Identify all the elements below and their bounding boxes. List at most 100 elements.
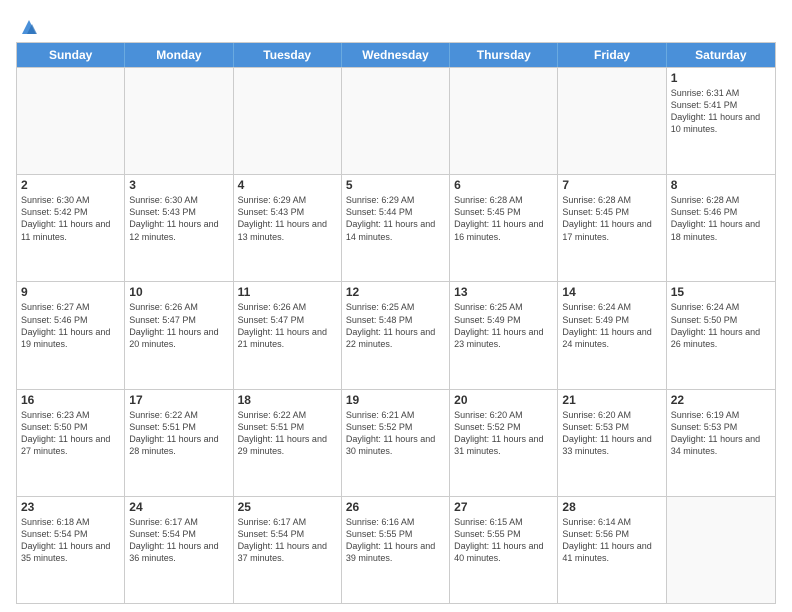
day-number: 19 [346, 393, 445, 407]
day-number: 24 [129, 500, 228, 514]
day-number: 26 [346, 500, 445, 514]
logo-icon [18, 16, 40, 38]
day-number: 12 [346, 285, 445, 299]
day-number: 9 [21, 285, 120, 299]
calendar-row-2: 2 Sunrise: 6:30 AM Sunset: 5:42 PM Daylig… [17, 174, 775, 281]
calendar-body: 1Sunrise: 6:31 AM Sunset: 5:41 PM Daylig… [17, 67, 775, 603]
calendar-day-20: 20 Sunrise: 6:20 AM Sunset: 5:52 PM Dayli… [450, 390, 558, 496]
day-info: Sunrise: 6:16 AM Sunset: 5:55 PM Dayligh… [346, 516, 445, 565]
calendar-day-26: 26 Sunrise: 6:16 AM Sunset: 5:55 PM Dayli… [342, 497, 450, 603]
calendar-day-7: 7 Sunrise: 6:28 AM Sunset: 5:45 PM Daylig… [558, 175, 666, 281]
day-number: 2 [21, 178, 120, 192]
day-info: Sunrise: 6:26 AM Sunset: 5:47 PM Dayligh… [238, 301, 337, 350]
day-info: Sunrise: 6:17 AM Sunset: 5:54 PM Dayligh… [129, 516, 228, 565]
calendar-day-18: 18Sunrise: 6:22 AM Sunset: 5:51 PM Dayli… [234, 390, 342, 496]
calendar-day-12: 12 Sunrise: 6:25 AM Sunset: 5:48 PM Dayli… [342, 282, 450, 388]
day-info: Sunrise: 6:28 AM Sunset: 5:46 PM Dayligh… [671, 194, 771, 243]
calendar-day-22: 22 Sunrise: 6:19 AM Sunset: 5:53 PM Dayli… [667, 390, 775, 496]
calendar: SundayMondayTuesdayWednesdayThursdayFrid… [16, 42, 776, 604]
calendar-day-6: 6 Sunrise: 6:28 AM Sunset: 5:45 PM Daylig… [450, 175, 558, 281]
calendar-day-10: 10 Sunrise: 6:26 AM Sunset: 5:47 PM Dayli… [125, 282, 233, 388]
calendar-day-14: 14 Sunrise: 6:24 AM Sunset: 5:49 PM Dayli… [558, 282, 666, 388]
weekday-header-thursday: Thursday [450, 43, 558, 67]
calendar-day-empty [667, 497, 775, 603]
day-info: Sunrise: 6:27 AM Sunset: 5:46 PM Dayligh… [21, 301, 120, 350]
calendar-day-21: 21 Sunrise: 6:20 AM Sunset: 5:53 PM Dayli… [558, 390, 666, 496]
calendar-day-empty [450, 68, 558, 174]
day-info: Sunrise: 6:21 AM Sunset: 5:52 PM Dayligh… [346, 409, 445, 458]
day-number: 28 [562, 500, 661, 514]
day-number: 6 [454, 178, 553, 192]
day-number: 14 [562, 285, 661, 299]
day-number: 10 [129, 285, 228, 299]
day-info: Sunrise: 6:20 AM Sunset: 5:52 PM Dayligh… [454, 409, 553, 458]
day-number: 17 [129, 393, 228, 407]
weekday-header-sunday: Sunday [17, 43, 125, 67]
day-number: 4 [238, 178, 337, 192]
day-number: 11 [238, 285, 337, 299]
calendar-row-3: 9 Sunrise: 6:27 AM Sunset: 5:46 PM Daylig… [17, 281, 775, 388]
day-number: 1 [671, 71, 771, 85]
day-info: Sunrise: 6:17 AM Sunset: 5:54 PM Dayligh… [238, 516, 337, 565]
calendar-day-empty [342, 68, 450, 174]
day-number: 3 [129, 178, 228, 192]
day-number: 20 [454, 393, 553, 407]
day-number: 21 [562, 393, 661, 407]
day-info: Sunrise: 6:22 AM Sunset: 5:51 PM Dayligh… [129, 409, 228, 458]
weekday-header-monday: Monday [125, 43, 233, 67]
day-info: Sunrise: 6:19 AM Sunset: 5:53 PM Dayligh… [671, 409, 771, 458]
day-number: 8 [671, 178, 771, 192]
day-info: Sunrise: 6:23 AM Sunset: 5:50 PM Dayligh… [21, 409, 120, 458]
calendar-day-17: 17 Sunrise: 6:22 AM Sunset: 5:51 PM Dayli… [125, 390, 233, 496]
day-info: Sunrise: 6:15 AM Sunset: 5:55 PM Dayligh… [454, 516, 553, 565]
day-number: 16 [21, 393, 120, 407]
day-number: 15 [671, 285, 771, 299]
day-info: Sunrise: 6:25 AM Sunset: 5:49 PM Dayligh… [454, 301, 553, 350]
calendar-row-4: 16 Sunrise: 6:23 AM Sunset: 5:50 PM Dayli… [17, 389, 775, 496]
calendar-day-13: 13 Sunrise: 6:25 AM Sunset: 5:49 PM Dayli… [450, 282, 558, 388]
day-number: 7 [562, 178, 661, 192]
day-info: Sunrise: 6:30 AM Sunset: 5:42 PM Dayligh… [21, 194, 120, 243]
calendar-day-15: 15 Sunrise: 6:24 AM Sunset: 5:50 PM Dayli… [667, 282, 775, 388]
calendar-day-3: 3Sunrise: 6:30 AM Sunset: 5:43 PM Daylig… [125, 175, 233, 281]
day-info: Sunrise: 6:28 AM Sunset: 5:45 PM Dayligh… [562, 194, 661, 243]
calendar-row-1: 1Sunrise: 6:31 AM Sunset: 5:41 PM Daylig… [17, 67, 775, 174]
day-info: Sunrise: 6:29 AM Sunset: 5:44 PM Dayligh… [346, 194, 445, 243]
day-number: 5 [346, 178, 445, 192]
calendar-day-16: 16 Sunrise: 6:23 AM Sunset: 5:50 PM Dayli… [17, 390, 125, 496]
calendar-day-empty [125, 68, 233, 174]
calendar-header: SundayMondayTuesdayWednesdayThursdayFrid… [17, 43, 775, 67]
day-info: Sunrise: 6:18 AM Sunset: 5:54 PM Dayligh… [21, 516, 120, 565]
calendar-day-27: 27Sunrise: 6:15 AM Sunset: 5:55 PM Dayli… [450, 497, 558, 603]
weekday-header-friday: Friday [558, 43, 666, 67]
day-info: Sunrise: 6:24 AM Sunset: 5:50 PM Dayligh… [671, 301, 771, 350]
calendar-row-5: 23Sunrise: 6:18 AM Sunset: 5:54 PM Dayli… [17, 496, 775, 603]
calendar-day-11: 11 Sunrise: 6:26 AM Sunset: 5:47 PM Dayli… [234, 282, 342, 388]
logo [16, 16, 40, 34]
day-info: Sunrise: 6:29 AM Sunset: 5:43 PM Dayligh… [238, 194, 337, 243]
weekday-header-wednesday: Wednesday [342, 43, 450, 67]
day-info: Sunrise: 6:24 AM Sunset: 5:49 PM Dayligh… [562, 301, 661, 350]
day-info: Sunrise: 6:20 AM Sunset: 5:53 PM Dayligh… [562, 409, 661, 458]
header [16, 16, 776, 34]
calendar-day-1: 1Sunrise: 6:31 AM Sunset: 5:41 PM Daylig… [667, 68, 775, 174]
day-number: 22 [671, 393, 771, 407]
calendar-day-19: 19 Sunrise: 6:21 AM Sunset: 5:52 PM Dayli… [342, 390, 450, 496]
weekday-header-tuesday: Tuesday [234, 43, 342, 67]
day-number: 18 [238, 393, 337, 407]
calendar-day-24: 24 Sunrise: 6:17 AM Sunset: 5:54 PM Dayli… [125, 497, 233, 603]
calendar-day-23: 23Sunrise: 6:18 AM Sunset: 5:54 PM Dayli… [17, 497, 125, 603]
day-info: Sunrise: 6:14 AM Sunset: 5:56 PM Dayligh… [562, 516, 661, 565]
day-number: 25 [238, 500, 337, 514]
day-info: Sunrise: 6:26 AM Sunset: 5:47 PM Dayligh… [129, 301, 228, 350]
day-info: Sunrise: 6:25 AM Sunset: 5:48 PM Dayligh… [346, 301, 445, 350]
weekday-header-saturday: Saturday [667, 43, 775, 67]
calendar-day-28: 28 Sunrise: 6:14 AM Sunset: 5:56 PM Dayli… [558, 497, 666, 603]
calendar-day-8: 8 Sunrise: 6:28 AM Sunset: 5:46 PM Daylig… [667, 175, 775, 281]
calendar-day-empty [558, 68, 666, 174]
calendar-day-empty [234, 68, 342, 174]
calendar-day-25: 25 Sunrise: 6:17 AM Sunset: 5:54 PM Dayli… [234, 497, 342, 603]
calendar-day-9: 9 Sunrise: 6:27 AM Sunset: 5:46 PM Daylig… [17, 282, 125, 388]
day-number: 13 [454, 285, 553, 299]
day-info: Sunrise: 6:28 AM Sunset: 5:45 PM Dayligh… [454, 194, 553, 243]
